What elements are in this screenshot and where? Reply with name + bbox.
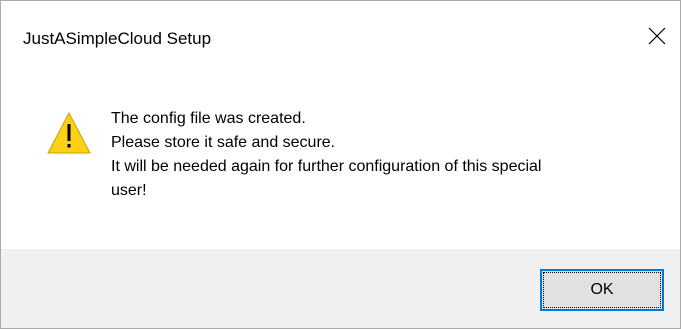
title-bar[interactable]: JustASimpleCloud Setup [1, 1, 680, 81]
ok-button-label: OK [590, 281, 614, 298]
message-line: The config file was created. [111, 110, 306, 127]
message-area: The config file was created. Please stor… [1, 81, 680, 249]
close-button[interactable] [634, 13, 680, 59]
ok-button[interactable]: OK [540, 269, 664, 311]
window-title: JustASimpleCloud Setup [23, 29, 212, 48]
close-icon [648, 27, 666, 45]
message-text: The config file was created. Please stor… [111, 107, 651, 203]
message-line: user! [111, 182, 147, 199]
button-bar: OK [1, 249, 680, 328]
warning-icon [47, 111, 91, 154]
dialog-window: JustASimpleCloud Setup The config file w… [0, 0, 681, 329]
message-line: Please store it safe and secure. [111, 134, 336, 151]
message-line: It will be needed again for further conf… [111, 158, 542, 175]
